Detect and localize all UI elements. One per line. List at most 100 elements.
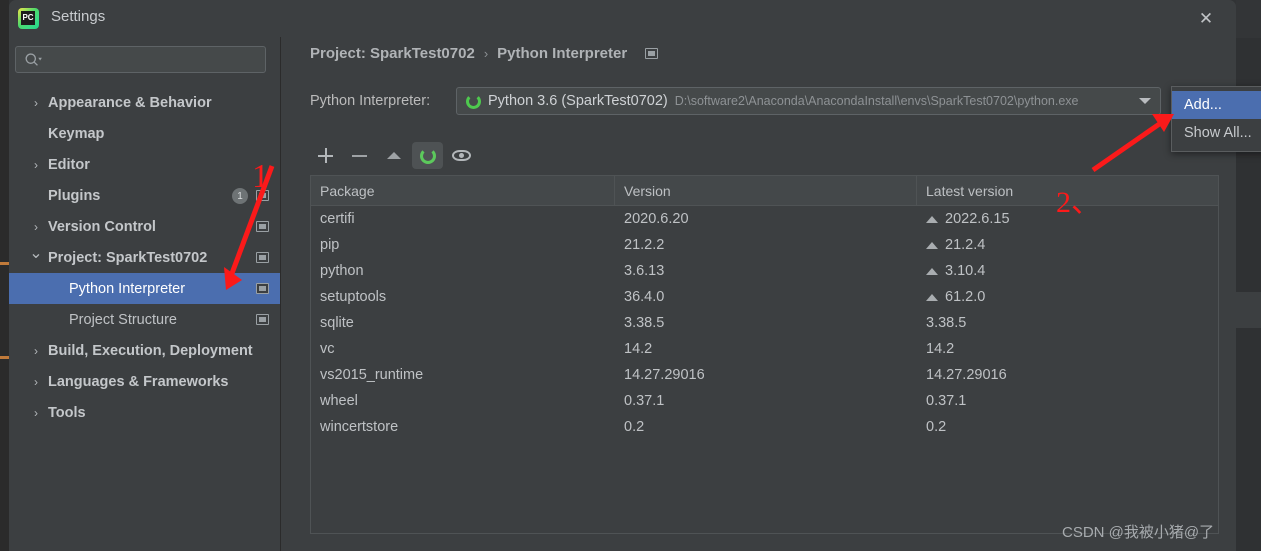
breadcrumb-root[interactable]: Project: SparkTest0702 bbox=[310, 45, 475, 62]
chevron-down-icon[interactable] bbox=[1139, 98, 1151, 104]
interpreter-dropdown-menu: Add... Show All... bbox=[1171, 86, 1261, 152]
cell-package: vc bbox=[320, 341, 335, 357]
menu-item-add[interactable]: Add... bbox=[1172, 91, 1261, 119]
latest-version-text: 21.2.4 bbox=[945, 237, 986, 253]
show-early-releases-button[interactable] bbox=[446, 142, 477, 169]
latest-version-text: 3.38.5 bbox=[926, 315, 967, 331]
chevron-right-icon[interactable]: › bbox=[29, 366, 43, 397]
cell-version: 3.6.13 bbox=[624, 263, 665, 279]
sidebar-item-appearance-behavior[interactable]: › Appearance & Behavior bbox=[9, 87, 280, 118]
sidebar-item-build-execution-deployment[interactable]: › Build, Execution, Deployment bbox=[9, 335, 280, 366]
project-scope-icon bbox=[256, 252, 269, 263]
breadcrumb-separator: › bbox=[483, 46, 489, 61]
project-scope-icon bbox=[256, 221, 269, 232]
table-row[interactable]: vc 14.2 14.2 bbox=[311, 336, 1218, 362]
breadcrumb: Project: SparkTest0702 › Python Interpre… bbox=[310, 45, 659, 62]
screen: PC Settings ✕ › Appearance & Behavior Keym… bbox=[0, 0, 1261, 551]
window-title: Settings bbox=[51, 8, 106, 25]
title-bar: PC Settings ✕ bbox=[9, 0, 1236, 37]
chevron-right-icon[interactable]: › bbox=[29, 87, 43, 118]
close-icon[interactable]: ✕ bbox=[1191, 4, 1221, 32]
remove-package-button[interactable] bbox=[344, 142, 375, 169]
watermark: CSDN @我被小猪@了 bbox=[1062, 524, 1215, 541]
sidebar-item-python-interpreter[interactable]: Python Interpreter bbox=[9, 273, 280, 304]
desktop-right-block-top bbox=[1236, 0, 1261, 38]
table-row[interactable]: setuptools 36.4.0 61.2.0 bbox=[311, 284, 1218, 310]
desktop-right-strip bbox=[1236, 0, 1261, 551]
sidebar-item-label: Languages & Frameworks bbox=[48, 373, 229, 390]
cell-version: 0.37.1 bbox=[624, 393, 665, 409]
upgrade-package-button[interactable] bbox=[378, 142, 409, 169]
python-env-icon bbox=[466, 93, 481, 109]
sidebar-item-tools[interactable]: › Tools bbox=[9, 397, 280, 428]
interpreter-combobox[interactable]: Python 3.6 (SparkTest0702) D:\software2\… bbox=[456, 87, 1161, 115]
desktop-left-accent-2 bbox=[0, 356, 9, 359]
latest-version-text: 14.27.29016 bbox=[926, 367, 1007, 383]
sidebar-item-label: Appearance & Behavior bbox=[48, 94, 212, 111]
chevron-down-icon[interactable]: ⌄ bbox=[29, 237, 43, 268]
sidebar-item-label: Keymap bbox=[48, 125, 105, 142]
menu-item-show-all[interactable]: Show All... bbox=[1172, 119, 1261, 147]
project-scope-icon bbox=[256, 190, 269, 201]
project-scope-icon bbox=[645, 48, 659, 59]
cell-package: python bbox=[320, 263, 364, 279]
sidebar-item-version-control[interactable]: › Version Control bbox=[9, 211, 280, 242]
chevron-right-icon[interactable]: › bbox=[29, 397, 43, 428]
project-scope-icon bbox=[256, 314, 269, 325]
table-row[interactable]: sqlite 3.38.5 3.38.5 bbox=[311, 310, 1218, 336]
pycharm-icon: PC bbox=[18, 8, 39, 29]
cell-package: vs2015_runtime bbox=[320, 367, 424, 383]
chevron-right-icon[interactable]: › bbox=[29, 149, 43, 180]
interpreter-name: Python 3.6 (SparkTest0702) bbox=[488, 93, 668, 109]
column-header-package[interactable]: Package bbox=[311, 176, 615, 205]
table-row[interactable]: certifi 2020.6.20 2022.6.15 bbox=[311, 206, 1218, 232]
sidebar-item-badge: 1 bbox=[232, 188, 248, 204]
sidebar-item-label: Project: SparkTest0702 bbox=[48, 249, 208, 266]
cell-package: wincertstore bbox=[320, 419, 399, 435]
sidebar-item-plugins[interactable]: Plugins 1 bbox=[9, 180, 280, 211]
cell-package: certifi bbox=[320, 211, 355, 227]
chevron-right-icon[interactable]: › bbox=[29, 335, 43, 366]
column-header-version[interactable]: Version bbox=[615, 176, 917, 205]
column-header-latest-version[interactable]: Latest version bbox=[917, 176, 1218, 205]
upgrade-available-icon bbox=[926, 241, 938, 249]
table-row[interactable]: python 3.6.13 3.10.4 bbox=[311, 258, 1218, 284]
upgrade-available-icon bbox=[926, 293, 938, 301]
cell-version: 21.2.2 bbox=[624, 237, 665, 253]
cell-version: 14.2 bbox=[624, 341, 653, 357]
sidebar-item-label: Editor bbox=[48, 156, 90, 173]
table-row[interactable]: vs2015_runtime 14.27.29016 14.27.29016 bbox=[311, 362, 1218, 388]
cell-package: setuptools bbox=[320, 289, 387, 305]
cell-latest-version: 0.2 bbox=[917, 419, 1218, 435]
interpreter-path: D:\software2\Anaconda\AnacondaInstall\en… bbox=[674, 94, 1079, 108]
upgrade-available-icon bbox=[926, 215, 938, 223]
sidebar-item-languages-frameworks[interactable]: › Languages & Frameworks bbox=[9, 366, 280, 397]
cell-version: 36.4.0 bbox=[624, 289, 665, 305]
packages-table-header: Package Version Latest version bbox=[311, 176, 1218, 206]
sidebar-item-project-structure[interactable]: Project Structure bbox=[9, 304, 280, 335]
table-row[interactable]: pip 21.2.2 21.2.4 bbox=[311, 232, 1218, 258]
packages-table: Package Version Latest version certifi 20… bbox=[310, 175, 1219, 534]
desktop-left-accent-1 bbox=[0, 262, 9, 265]
latest-version-text: 2022.6.15 bbox=[945, 211, 1010, 227]
cell-version: 14.27.29016 bbox=[624, 367, 705, 383]
cell-version: 0.2 bbox=[624, 419, 645, 435]
settings-dialog: PC Settings ✕ › Appearance & Behavior Keym… bbox=[9, 0, 1236, 551]
breadcrumb-leaf: Python Interpreter bbox=[497, 45, 628, 62]
latest-version-text: 14.2 bbox=[926, 341, 955, 357]
sidebar-item-editor[interactable]: › Editor bbox=[9, 149, 280, 180]
cell-latest-version: 21.2.4 bbox=[917, 237, 1218, 253]
upgrade-available-icon bbox=[926, 267, 938, 275]
cell-latest-version: 3.10.4 bbox=[917, 263, 1218, 279]
add-package-button[interactable] bbox=[310, 142, 341, 169]
table-row[interactable]: wincertstore 0.2 0.2 bbox=[311, 414, 1218, 440]
search-input[interactable] bbox=[15, 46, 266, 73]
sidebar-item-project-sparktest0702[interactable]: ⌄ Project: SparkTest0702 bbox=[9, 242, 280, 273]
table-row[interactable]: wheel 0.37.1 0.37.1 bbox=[311, 388, 1218, 414]
packages-table-body: certifi 2020.6.20 2022.6.15 pip 21.2.2 21.2.4… bbox=[311, 206, 1218, 440]
refresh-button[interactable] bbox=[412, 142, 443, 169]
latest-version-text: 61.2.0 bbox=[945, 289, 986, 305]
sidebar-item-keymap[interactable]: Keymap bbox=[9, 118, 280, 149]
packages-toolbar bbox=[310, 139, 1219, 172]
project-scope-icon bbox=[256, 283, 269, 294]
